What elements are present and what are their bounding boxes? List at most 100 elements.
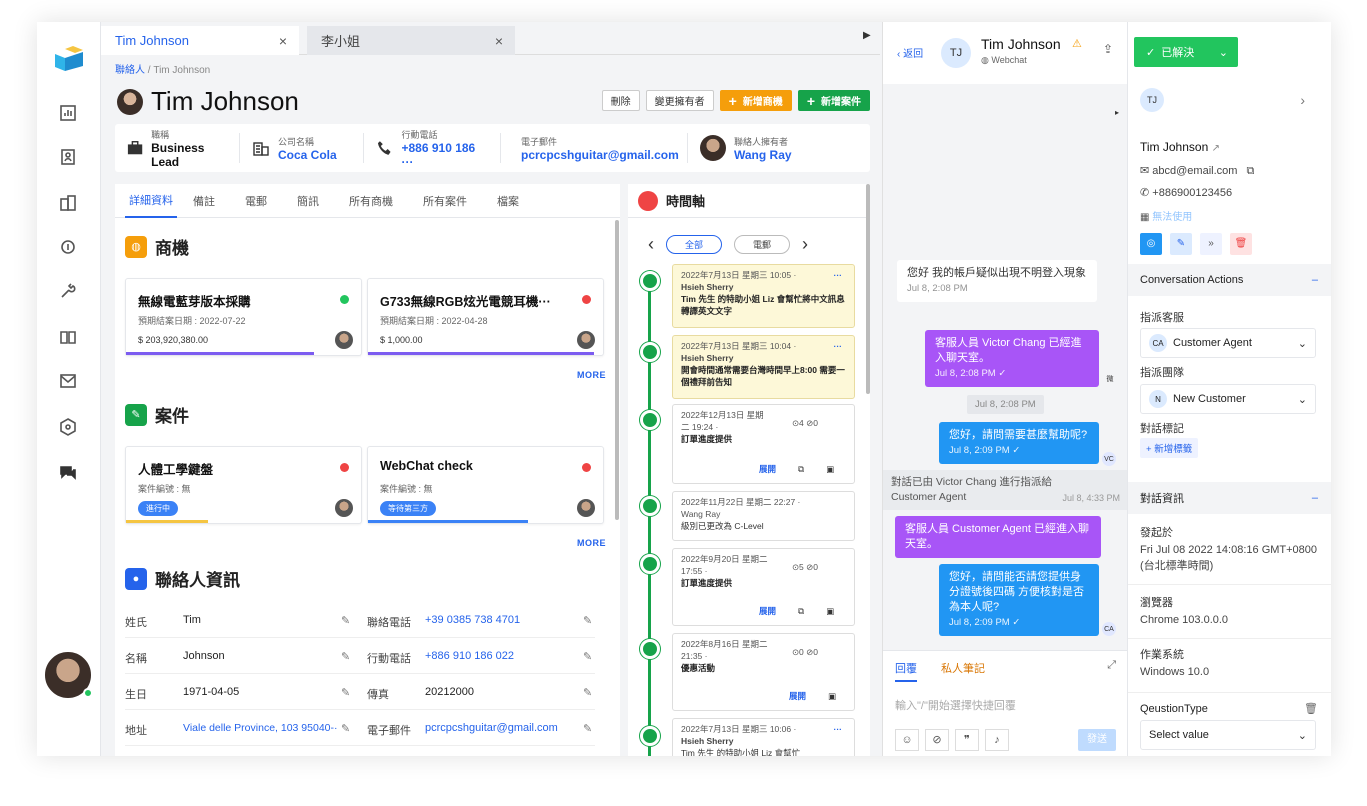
mic-icon[interactable]: ♪ [985, 729, 1009, 751]
merge-icon[interactable]: » [1200, 233, 1222, 255]
tab-email[interactable]: 電郵 [245, 184, 281, 218]
contact-card-icon[interactable]: ▣ [826, 605, 834, 617]
edit-icon[interactable]: ✎ [1170, 233, 1192, 255]
trash-icon[interactable]: 🗑 [1304, 702, 1318, 715]
chevron-right-icon[interactable]: ▶ [863, 30, 871, 41]
inbox-icon[interactable] [57, 370, 79, 392]
edit-icon[interactable]: ✎ [583, 614, 592, 627]
close-icon[interactable]: × [279, 33, 287, 49]
copy-icon[interactable]: ⧉ [798, 605, 804, 617]
tab-miss-li[interactable]: 李小姐 × [307, 26, 515, 55]
delete-button[interactable]: 刪除 [601, 90, 640, 111]
expand-link[interactable]: 展開 [759, 605, 776, 617]
contact-card-icon[interactable]: ▣ [828, 690, 836, 702]
quote-icon[interactable]: ❞ [955, 729, 979, 751]
more-icon[interactable]: ··· [834, 723, 843, 735]
case-card[interactable]: 人體工學鍵盤 案件編號 : 無 進行中 [125, 446, 362, 524]
chevron-down-icon[interactable]: ⌄ [1219, 46, 1228, 59]
timeline-note[interactable]: 2022年7月13日 星期三 10:05 · Hsieh Sherry Tim 先生… [672, 264, 855, 328]
back-button[interactable]: ‹ 返回 [897, 45, 923, 60]
collapse-icon[interactable]: – [1312, 492, 1318, 504]
conversation-actions-header[interactable]: Conversation Actions – [1128, 264, 1331, 296]
tab-all-cases[interactable]: 所有案件 [423, 184, 481, 218]
company-icon[interactable] [57, 192, 79, 214]
chevron-right-icon[interactable]: › [802, 234, 808, 255]
field-value[interactable]: Viale delle Province, 103 95040-··· [183, 722, 338, 734]
chevron-right-icon[interactable]: › [1300, 92, 1305, 108]
app-logo[interactable] [53, 44, 85, 72]
reply-tab[interactable]: 回覆 [895, 660, 917, 682]
field-value[interactable]: +886 910 186 022 [425, 650, 514, 662]
scrollbar[interactable] [866, 184, 870, 394]
deals-more-link[interactable]: MORE [577, 370, 606, 380]
message-input[interactable]: 輸入"/"開始選擇快捷回覆 [895, 697, 1016, 713]
contact-card-icon[interactable]: ▣ [826, 463, 834, 475]
conversation-info-header[interactable]: 對話資訊 – [1128, 482, 1331, 514]
tab-tim-johnson[interactable]: Tim Johnson × [101, 26, 299, 55]
delete-icon[interactable]: 🗑 [1230, 233, 1252, 255]
tab-files[interactable]: 檔案 [497, 184, 533, 218]
edit-icon[interactable]: ✎ [583, 650, 592, 663]
knowledge-icon[interactable] [57, 326, 79, 348]
copy-icon[interactable]: ⧉ [1247, 165, 1255, 177]
edit-icon[interactable]: ✎ [341, 650, 350, 663]
field-value[interactable]: pcrcpcshguitar@gmail.com [425, 722, 558, 734]
email-link[interactable]: pcrcpcshguitar@gmail.com [521, 148, 679, 162]
change-owner-button[interactable]: 變更擁有者 [645, 90, 714, 111]
edit-icon[interactable]: ✎ [341, 686, 350, 699]
breadcrumb-contacts[interactable]: 聯絡人 [115, 65, 145, 76]
chat-icon[interactable] [57, 462, 79, 484]
edit-icon[interactable]: ✎ [341, 614, 350, 627]
tab-sms[interactable]: 簡訊 [297, 184, 333, 218]
settings-icon[interactable] [57, 416, 79, 438]
timeline-email[interactable]: 2022年12月13日 星期二 19:24 · 訂單進度提供 ⊙4 ⊘0 展開 ⧉ ▣ [672, 404, 855, 484]
emoji-icon[interactable]: ☺ [895, 729, 919, 751]
question-type-select[interactable]: Select value ⌄ [1140, 720, 1316, 750]
wrench-icon[interactable] [57, 280, 79, 302]
timeline-note[interactable]: 2022年7月13日 星期三 10:04 · Hsieh Sherry 開會時間通常… [672, 335, 855, 399]
external-link-icon[interactable]: ↗ [1212, 143, 1220, 154]
edit-icon[interactable]: ✎ [583, 722, 592, 735]
chat-action-button[interactable]: ◎ [1140, 233, 1162, 255]
cases-more-link[interactable]: MORE [577, 538, 606, 548]
expand-link[interactable]: 展開 [789, 690, 806, 702]
resolve-button[interactable]: ✓ 已解決 ⌄ [1134, 37, 1238, 67]
filter-all[interactable]: 全部 [666, 235, 723, 254]
contacts-icon[interactable] [57, 146, 79, 168]
scrollbar[interactable] [615, 220, 619, 520]
tab-all-deals[interactable]: 所有商機 [349, 184, 407, 218]
dashboard-icon[interactable] [57, 102, 79, 124]
new-case-button[interactable]: + 新增案件 [797, 90, 870, 111]
send-button[interactable]: 發送 [1078, 729, 1116, 751]
timeline-email[interactable]: 2022年8月16日 星期二 21:35 · 優惠活動 ⊙0 ⊘0 展開 ▣ [672, 633, 855, 711]
edit-icon[interactable]: ✎ [583, 686, 592, 699]
timeline-note[interactable]: 2022年7月13日 星期三 10:06 · Hsieh Sherry Tim 先生… [672, 718, 855, 756]
tab-notes[interactable]: 備註 [193, 184, 229, 218]
deal-card[interactable]: G733無線RGB炫光電競耳機··· 預期結案日期 : 2022-04-28 $… [367, 278, 604, 356]
attach-icon[interactable]: ⊘ [925, 729, 949, 751]
more-icon[interactable]: ··· [834, 269, 843, 281]
deals-icon[interactable] [57, 236, 79, 258]
assign-team-select[interactable]: N New Customer ⌄ [1140, 384, 1316, 414]
copy-icon[interactable]: ⧉ [798, 463, 804, 475]
more-icon[interactable]: ··· [834, 340, 843, 352]
expand-link[interactable]: 展開 [759, 463, 776, 475]
tab-details[interactable]: 詳細資料 [125, 184, 177, 218]
private-note-tab[interactable]: 私人筆記 [941, 660, 985, 676]
collapse-arrow-icon[interactable]: ▸ [1115, 108, 1119, 117]
company-link[interactable]: Coca Cola [278, 148, 337, 162]
collapse-icon[interactable]: – [1312, 274, 1318, 286]
mobile-link[interactable]: +886 910 186 ··· [401, 141, 488, 169]
share-icon[interactable]: ⇪ [1103, 42, 1113, 56]
case-card[interactable]: WebChat check 案件編號 : 無 等待第三方 [367, 446, 604, 524]
deal-card[interactable]: 無線電藍芽版本採購 預期結案日期 : 2022-07-22 $ 203,920,… [125, 278, 362, 356]
close-icon[interactable]: × [495, 33, 503, 49]
expand-icon[interactable]: ⤢ [1107, 659, 1116, 672]
timeline-email[interactable]: 2022年9月20日 星期二 17:55 · 訂單進度提供 ⊙5 ⊘0 展開 ⧉ ▣ [672, 548, 855, 626]
filter-email[interactable]: 電郵 [734, 235, 791, 254]
timeline-log[interactable]: 2022年11月22日 星期二 22:27 · Wang Ray 級別已更改為 C-… [672, 491, 855, 541]
new-deal-button[interactable]: + 新增商機 [719, 90, 792, 111]
assign-agent-select[interactable]: CA Customer Agent ⌄ [1140, 328, 1316, 358]
owner-link[interactable]: Wang Ray [734, 148, 792, 162]
field-value[interactable]: +39 0385 738 4701 [425, 614, 520, 626]
